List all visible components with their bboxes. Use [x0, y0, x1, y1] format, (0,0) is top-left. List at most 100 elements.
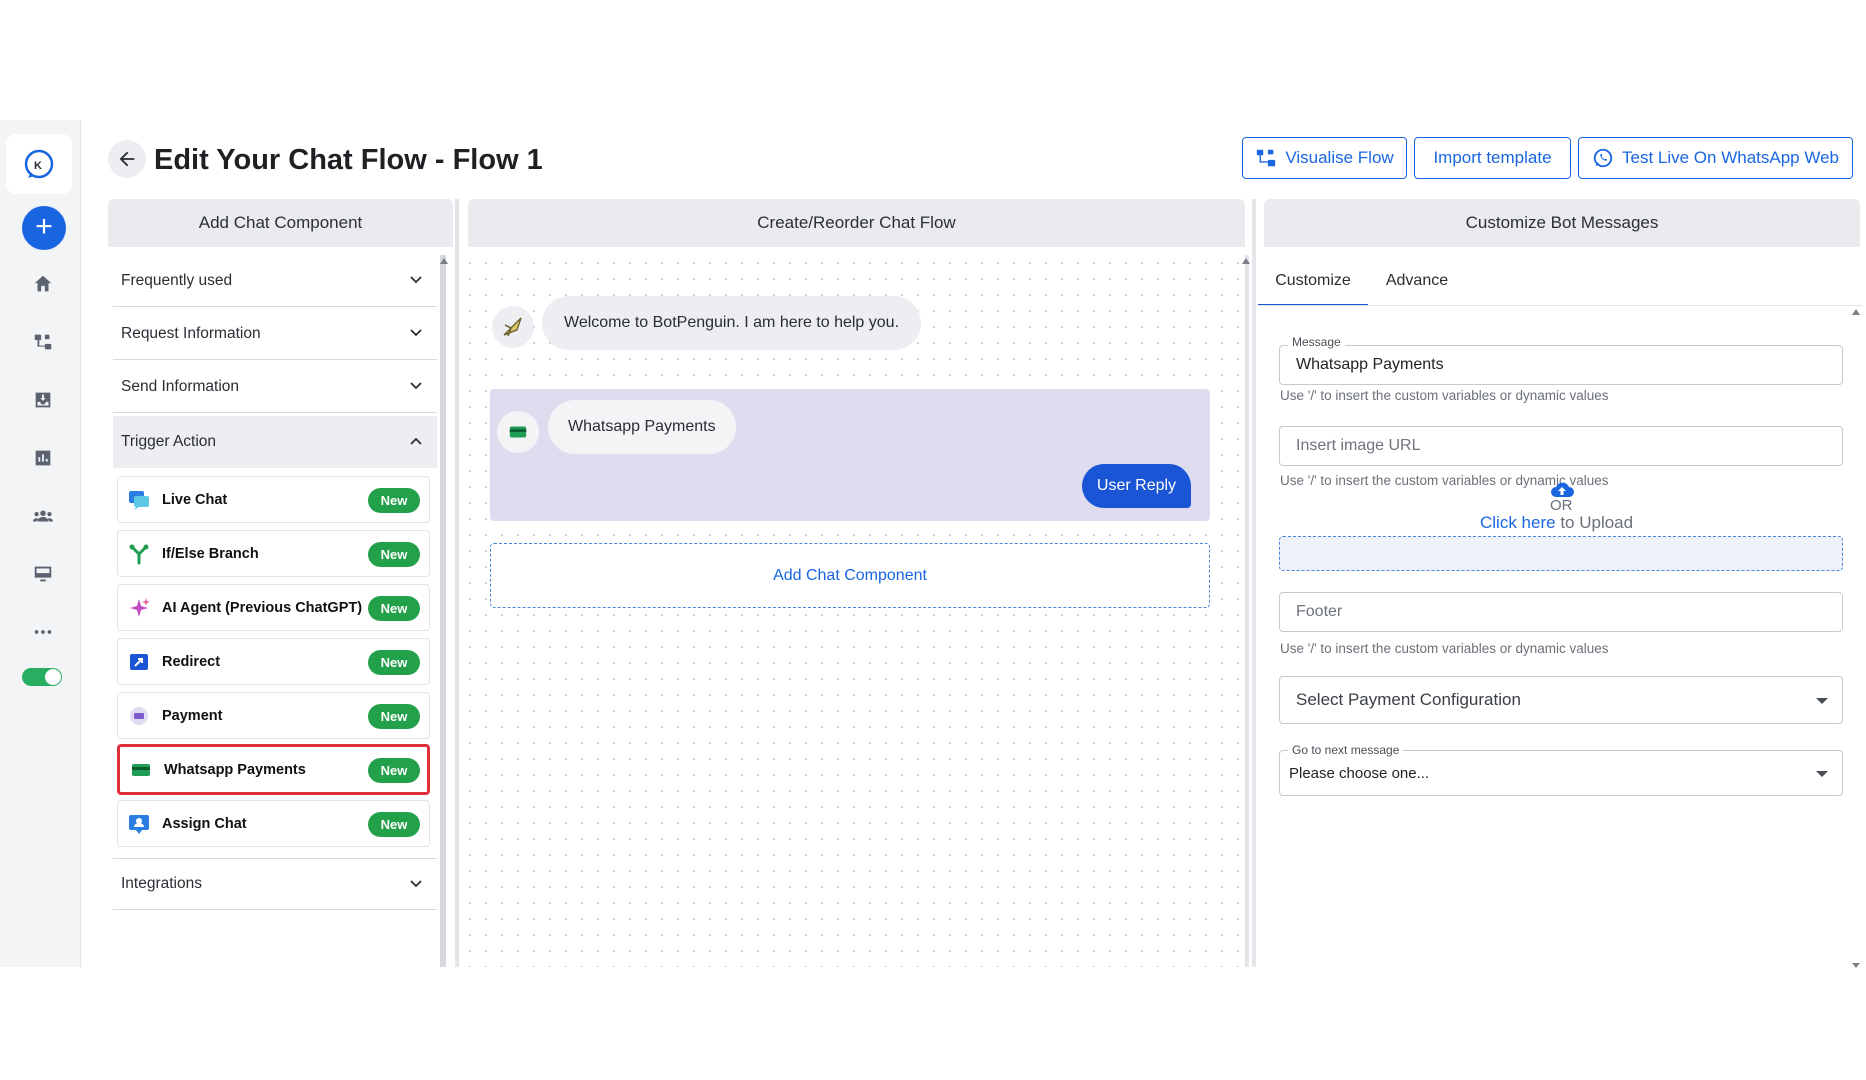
visualise-flow-button[interactable]: Visualise Flow: [1242, 137, 1407, 179]
new-badge: New: [368, 812, 420, 837]
component-payment[interactable]: Payment New: [117, 692, 430, 739]
upload-prompt: Click here to Upload: [1480, 513, 1633, 533]
flow-diagram-icon: [1257, 149, 1276, 167]
test-live-whatsapp-button[interactable]: Test Live On WhatsApp Web: [1578, 137, 1853, 179]
tab-advance[interactable]: Advance: [1374, 258, 1460, 304]
add-chat-component-header: Add Chat Component: [108, 199, 453, 247]
column-divider: [455, 199, 459, 967]
botpenguin-logo[interactable]: K: [6, 134, 72, 194]
scroll-down-arrow-icon[interactable]: [1852, 963, 1860, 968]
logo-icon: K: [24, 149, 54, 179]
customize-bot-messages-header: Customize Bot Messages: [1264, 199, 1860, 247]
analytics-icon[interactable]: [21, 436, 65, 480]
contacts-icon[interactable]: [21, 494, 65, 538]
component-label: If/Else Branch: [162, 545, 259, 562]
flow-icon[interactable]: [21, 320, 65, 364]
dropdown-caret-icon: [1816, 771, 1828, 777]
import-template-button[interactable]: Import template: [1414, 137, 1571, 179]
new-badge: New: [368, 542, 420, 567]
message-hint: Use '/' to insert the custom variables o…: [1280, 388, 1609, 403]
image-url-input[interactable]: Insert image URL: [1279, 426, 1843, 466]
payment-configuration-select[interactable]: Select Payment Configuration: [1279, 676, 1843, 724]
scroll-up-arrow-icon[interactable]: [1242, 258, 1250, 264]
chevron-down-icon: [410, 276, 422, 284]
section-frequently-used[interactable]: Frequently used: [113, 255, 437, 307]
tab-customize[interactable]: Customize: [1258, 258, 1368, 306]
chevron-down-icon: [410, 382, 422, 390]
scroll-up-arrow-icon[interactable]: [1852, 309, 1860, 315]
message-legend: Message: [1288, 335, 1345, 349]
bot-status-toggle[interactable]: [22, 668, 62, 686]
back-button[interactable]: [108, 140, 146, 178]
scroll-up-arrow-icon[interactable]: [440, 258, 448, 264]
chevron-up-icon: [410, 437, 422, 445]
next-message-value: Please choose one...: [1289, 764, 1430, 782]
component-live-chat[interactable]: Live Chat New: [117, 476, 430, 523]
section-integrations[interactable]: Integrations: [113, 858, 437, 910]
section-label: Trigger Action: [121, 433, 217, 450]
chevron-down-icon: [410, 880, 422, 888]
chat-flow-canvas: [462, 255, 1244, 967]
column-divider: [1252, 199, 1256, 967]
section-send-information[interactable]: Send Information: [113, 361, 437, 413]
component-whatsapp-payments[interactable]: Whatsapp Payments New: [117, 744, 430, 795]
message-input[interactable]: Whatsapp Payments: [1279, 345, 1843, 385]
tabs-divider: [1258, 305, 1862, 306]
page-title: Edit Your Chat Flow - Flow 1: [154, 144, 543, 176]
component-library-panel: Frequently used Request Information Send…: [108, 255, 440, 967]
visualise-flow-label: Visualise Flow: [1285, 148, 1394, 167]
arrow-left-icon: [119, 151, 135, 167]
or-separator: OR: [1550, 497, 1573, 514]
component-ai-agent[interactable]: AI Agent (Previous ChatGPT) New: [117, 584, 430, 631]
whatsapp-payments-bubble[interactable]: Whatsapp Payments: [548, 400, 736, 454]
new-badge: New: [368, 488, 420, 513]
inbox-icon[interactable]: [21, 378, 65, 422]
import-template-label: Import template: [1433, 148, 1552, 167]
user-reply-bubble[interactable]: User Reply: [1082, 464, 1191, 508]
bot-avatar: [492, 306, 534, 348]
payment-configuration-placeholder: Select Payment Configuration: [1296, 690, 1521, 709]
card-icon: [509, 426, 527, 438]
component-label: Live Chat: [162, 491, 228, 508]
next-message-legend: Go to next message: [1288, 743, 1404, 757]
footer-hint: Use '/' to insert the custom variables o…: [1280, 641, 1609, 656]
branch-icon: [128, 543, 150, 565]
new-badge: New: [368, 596, 420, 621]
component-redirect[interactable]: Redirect New: [117, 638, 430, 685]
to-upload-text: to Upload: [1555, 513, 1634, 532]
canvas-scrollbar[interactable]: [1245, 255, 1249, 967]
desktop-icon[interactable]: [21, 552, 65, 596]
component-label: Assign Chat: [162, 815, 247, 832]
component-assign-chat[interactable]: Assign Chat New: [117, 800, 430, 847]
left-panel-scrollbar[interactable]: [440, 255, 446, 967]
sparkle-icon: [128, 597, 150, 619]
welcome-message-bubble[interactable]: Welcome to BotPenguin. I am here to help…: [542, 296, 922, 350]
test-live-label: Test Live On WhatsApp Web: [1621, 148, 1839, 167]
whatsapp-payment-avatar: [497, 411, 539, 453]
whatsapp-icon: [1593, 148, 1613, 168]
card-icon: [130, 759, 152, 781]
new-badge: New: [368, 758, 420, 783]
chevron-down-icon: [410, 329, 422, 337]
section-label: Send Information: [121, 377, 240, 395]
component-if-else-branch[interactable]: If/Else Branch New: [117, 530, 430, 577]
component-label: Redirect: [162, 653, 221, 670]
add-chat-component-button[interactable]: Add Chat Component: [490, 543, 1210, 608]
assign-chat-icon: [128, 813, 150, 835]
section-request-information[interactable]: Request Information: [113, 308, 437, 360]
left-navigation-rail: K +: [0, 120, 81, 967]
section-label: Request Information: [121, 324, 261, 342]
image-upload-dropzone[interactable]: [1279, 536, 1843, 571]
component-label: Payment: [162, 707, 223, 724]
click-here-link[interactable]: Click here: [1480, 513, 1556, 532]
live-chat-icon: [128, 489, 150, 511]
component-label: AI Agent (Previous ChatGPT): [162, 599, 363, 616]
more-icon[interactable]: [21, 610, 65, 654]
svg-text:K: K: [34, 160, 42, 172]
home-icon[interactable]: [21, 262, 65, 306]
redirect-icon: [128, 651, 150, 673]
dropdown-caret-icon: [1816, 698, 1828, 704]
footer-input[interactable]: Footer: [1279, 592, 1843, 632]
add-bot-button[interactable]: +: [22, 206, 66, 250]
section-trigger-action[interactable]: Trigger Action: [113, 416, 437, 468]
